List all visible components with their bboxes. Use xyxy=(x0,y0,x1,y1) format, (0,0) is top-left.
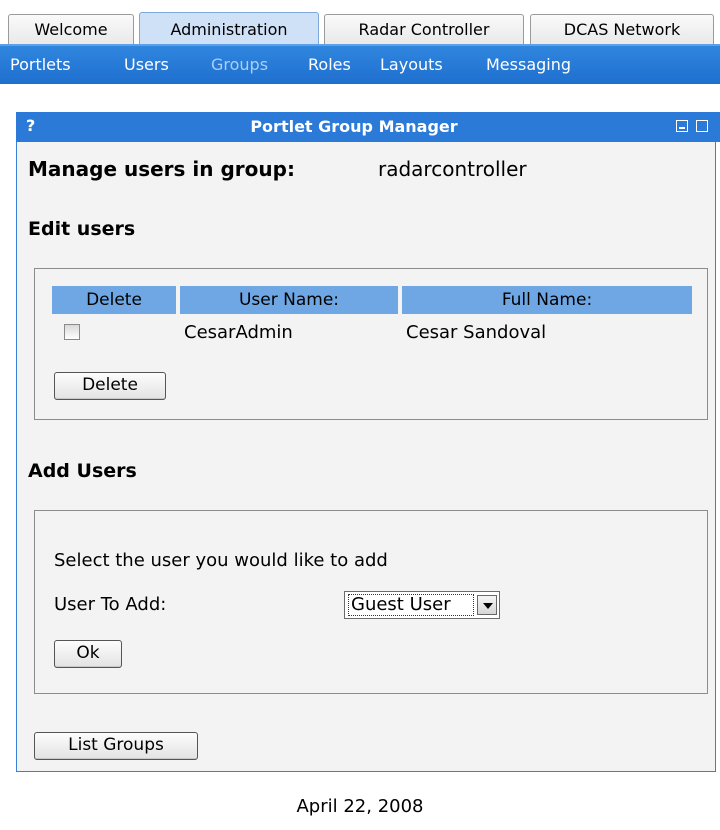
manage-users-label: Manage users in group: xyxy=(28,157,295,181)
tab-label: Radar Controller xyxy=(358,20,490,39)
selected-user-value: Guest User xyxy=(348,594,474,616)
tab-dcas-network[interactable]: DCAS Network xyxy=(530,14,714,44)
subnav-item-portlets[interactable]: Portlets xyxy=(10,46,71,84)
delete-checkbox[interactable] xyxy=(64,324,80,340)
user-to-add-label: User To Add: xyxy=(54,594,167,615)
edit-users-heading: Edit users xyxy=(28,218,136,240)
tab-welcome[interactable]: Welcome xyxy=(8,14,134,44)
user-name-cell: CesarAdmin xyxy=(184,322,293,343)
dropdown-arrow-icon[interactable] xyxy=(477,595,497,615)
top-tab-bar: Welcome Administration Radar Controller … xyxy=(0,0,720,46)
tab-label: Welcome xyxy=(34,20,108,39)
full-name-cell: Cesar Sandoval xyxy=(406,322,547,343)
column-header-user-name: User Name: xyxy=(180,286,398,314)
tab-administration[interactable]: Administration xyxy=(139,12,319,46)
maximize-icon[interactable] xyxy=(696,120,708,132)
admin-subnav: Portlets Users Groups Roles Layouts Mess… xyxy=(0,44,720,84)
tab-label: Administration xyxy=(170,20,288,39)
delete-button[interactable]: Delete xyxy=(54,372,166,400)
add-user-instruction: Select the user you would like to add xyxy=(54,550,388,571)
column-header-delete: Delete xyxy=(52,286,176,314)
user-to-add-select[interactable]: Guest User xyxy=(344,591,500,619)
subnav-item-groups[interactable]: Groups xyxy=(211,46,268,84)
subnav-item-users[interactable]: Users xyxy=(124,46,169,84)
group-name: radarcontroller xyxy=(378,157,527,181)
subnav-item-layouts[interactable]: Layouts xyxy=(380,46,443,84)
add-users-heading: Add Users xyxy=(28,460,137,482)
subnav-item-messaging[interactable]: Messaging xyxy=(486,46,571,84)
ok-button[interactable]: Ok xyxy=(54,640,122,668)
tab-label: DCAS Network xyxy=(563,20,681,39)
portlet-header: ? Portlet Group Manager xyxy=(16,112,720,142)
portlet-title: Portlet Group Manager xyxy=(250,117,458,136)
minimize-icon[interactable] xyxy=(676,120,688,132)
subnav-item-roles[interactable]: Roles xyxy=(308,46,351,84)
column-header-full-name: Full Name: xyxy=(402,286,692,314)
list-groups-button[interactable]: List Groups xyxy=(34,732,198,760)
footer-date: April 22, 2008 xyxy=(296,796,424,817)
tab-radar-controller[interactable]: Radar Controller xyxy=(324,14,524,44)
